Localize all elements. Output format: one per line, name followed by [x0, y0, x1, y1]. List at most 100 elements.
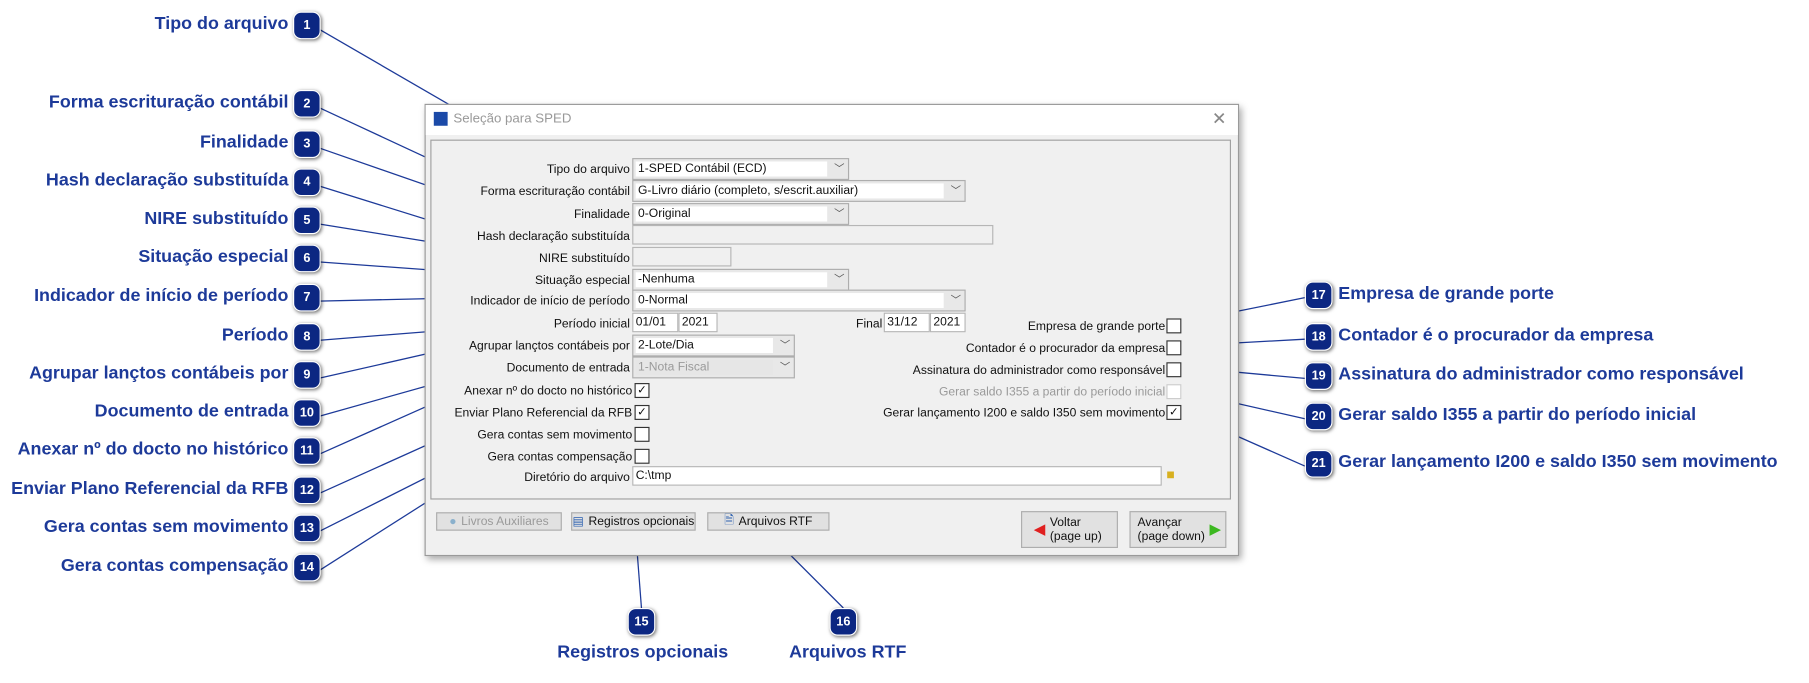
finalidade-label: Finalidade: [574, 207, 630, 222]
nire-label: NIRE substituído: [539, 251, 630, 266]
situacao-label: Situação especial: [534, 273, 630, 288]
documento-label: Documento de entrada: [506, 361, 630, 375]
sem-movimento-label: Gera contas sem movimento: [477, 428, 633, 442]
registros-opcionais-button[interactable]: ▤ Registros opcionais: [571, 512, 696, 531]
callout-label: Período: [221, 325, 289, 345]
callout-label: Contador é o procurador da empresa: [1338, 325, 1654, 345]
voltar-button[interactable]: ◀ Voltar (page up): [1021, 511, 1118, 549]
grande-porte-checkbox[interactable]: [1166, 318, 1182, 334]
chevron-down-icon: ﹀: [834, 162, 845, 175]
nire-input[interactable]: [632, 246, 732, 267]
callout-label: Finalidade: [199, 132, 289, 153]
callout-label: Hash declaração substituída: [45, 170, 289, 191]
livros-auxiliares-button[interactable]: ● Livros Auxiliares: [436, 512, 562, 531]
contador-checkbox[interactable]: [1166, 340, 1182, 356]
callout-label: Tipo do arquivo: [154, 13, 289, 34]
callout-label: Arquivos RTF: [789, 642, 907, 663]
forma-select[interactable]: G-Livro diário (completo, s/escrit.auxil…: [632, 179, 966, 202]
document-icon: 🗎: [724, 513, 735, 528]
callout-badge: 1: [293, 11, 321, 40]
callout-badge: 6: [293, 244, 321, 273]
arquivos-rtf-button[interactable]: 🗎 Arquivos RTF: [707, 512, 830, 531]
final-label: Final: [856, 317, 883, 332]
indicador-select[interactable]: 0-Normal ﹀: [632, 289, 966, 312]
periodo-inicial-dia-mes[interactable]: 01/01: [632, 312, 679, 333]
callout-label: Registros opcionais: [557, 642, 729, 663]
arrow-right-icon: ▶: [1209, 520, 1222, 538]
compensacao-checkbox[interactable]: [634, 448, 650, 464]
callout-label: Documento de entrada: [94, 401, 289, 422]
contador-label: Contador é o procurador da empresa: [965, 341, 1166, 356]
enviar-label: Enviar Plano Referencial da RFB: [454, 406, 633, 420]
documento-select[interactable]: 1-Nota Fiscal ﹀: [632, 356, 795, 379]
anexar-label: Anexar nº do docto no histórico: [464, 384, 633, 399]
chevron-down-icon: ﹀: [834, 207, 845, 220]
chevron-down-icon: ﹀: [779, 339, 791, 351]
chevron-down-icon: ﹀: [834, 273, 845, 285]
callout-badge: 19: [1304, 362, 1333, 390]
callout-badge: 18: [1304, 323, 1333, 351]
agrupar-select[interactable]: 2-Lote/Dia ﹀: [632, 334, 795, 357]
forma-label: Forma escrituração contábil: [480, 184, 630, 199]
diretorio-label: Diretório do arquivo: [524, 470, 630, 485]
callout-badge: 12: [293, 476, 321, 505]
saldo-i355-label: Gerar saldo I355 a partir do período ini…: [938, 385, 1166, 400]
situacao-select[interactable]: -Nenhuma ﹀: [632, 268, 850, 291]
callout-badge: 14: [293, 553, 321, 582]
callout-label: Agrupar lançtos contábeis por: [29, 363, 289, 384]
arrow-left-icon: ◀: [1033, 520, 1046, 538]
chevron-down-icon: ﹀: [950, 294, 962, 306]
periodo-label: Período inicial: [553, 317, 630, 332]
agrupar-label: Agrupar lançtos contábeis por: [468, 339, 630, 354]
callout-label: Gerar lançamento I200 e saldo I350 sem m…: [1338, 452, 1778, 472]
callout-label: Situação especial: [138, 246, 289, 267]
callout-badge: 9: [293, 361, 321, 389]
periodo-final-ano[interactable]: 2021: [929, 312, 966, 333]
callout-badge: 2: [293, 89, 321, 118]
avancar-button[interactable]: Avançar (page down) ▶: [1129, 511, 1227, 549]
books-icon: ●: [449, 514, 457, 529]
diretorio-input[interactable]: C:\tmp: [632, 466, 1162, 486]
folder-icon[interactable]: ■: [1166, 466, 1174, 482]
callout-badge: 5: [293, 206, 321, 235]
callout-badge: 15: [627, 607, 656, 636]
chevron-down-icon: ﹀: [950, 184, 962, 197]
callout-badge: 21: [1304, 449, 1333, 478]
callout-badge: 11: [293, 437, 321, 465]
finalidade-select[interactable]: 0-Original ﹀: [632, 203, 850, 225]
callout-badge: 8: [293, 323, 321, 351]
callout-label: Gerar saldo I355 a partir do período ini…: [1338, 404, 1697, 425]
callout-badge: 4: [293, 168, 321, 197]
chevron-down-icon: ﹀: [779, 361, 791, 373]
grande-porte-label: Empresa de grande porte: [1027, 319, 1166, 334]
app-icon: [433, 111, 448, 126]
list-icon: ▤: [572, 514, 584, 529]
tipo-select[interactable]: 1-SPED Contábil (ECD) ﹀: [632, 158, 850, 180]
callout-label: Anexar nº do docto no histórico: [17, 439, 289, 460]
callout-badge: 13: [293, 514, 321, 543]
indicador-label: Indicador de início de período: [470, 294, 630, 309]
callout-label: Enviar Plano Referencial da RFB: [11, 478, 289, 499]
sped-selection-dialog: Seleção para SPED ✕ Tipo do arquivo 1-SP…: [424, 103, 1240, 557]
close-icon[interactable]: ✕: [1212, 108, 1227, 130]
sem-movimento-checkbox[interactable]: [634, 426, 650, 442]
i200-label: Gerar lançamento I200 e saldo I350 sem m…: [883, 406, 1166, 420]
periodo-inicial-ano[interactable]: 2021: [678, 312, 718, 333]
callout-label: Gera contas compensação: [60, 556, 289, 576]
i200-checkbox[interactable]: ✓: [1166, 404, 1182, 420]
title-bar: Seleção para SPED ✕: [425, 104, 1238, 135]
enviar-checkbox[interactable]: ✓: [634, 404, 650, 420]
periodo-final-dia-mes[interactable]: 31/12: [883, 312, 930, 333]
anexar-checkbox[interactable]: ✓: [634, 383, 650, 399]
tipo-label: Tipo do arquivo: [546, 162, 630, 177]
assinatura-checkbox[interactable]: [1166, 362, 1182, 378]
saldo-i355-checkbox[interactable]: [1166, 384, 1182, 400]
dialog-title: Seleção para SPED: [453, 111, 572, 126]
hash-label: Hash declaração substituída: [477, 229, 630, 244]
callout-label: Gera contas sem movimento: [43, 516, 289, 537]
callout-badge: 20: [1304, 402, 1333, 431]
assinatura-label: Assinatura do administrador como respons…: [912, 363, 1166, 378]
hash-input[interactable]: [632, 224, 994, 245]
callout-badge: 3: [293, 130, 321, 159]
callout-label: Empresa de grande porte: [1338, 283, 1554, 304]
